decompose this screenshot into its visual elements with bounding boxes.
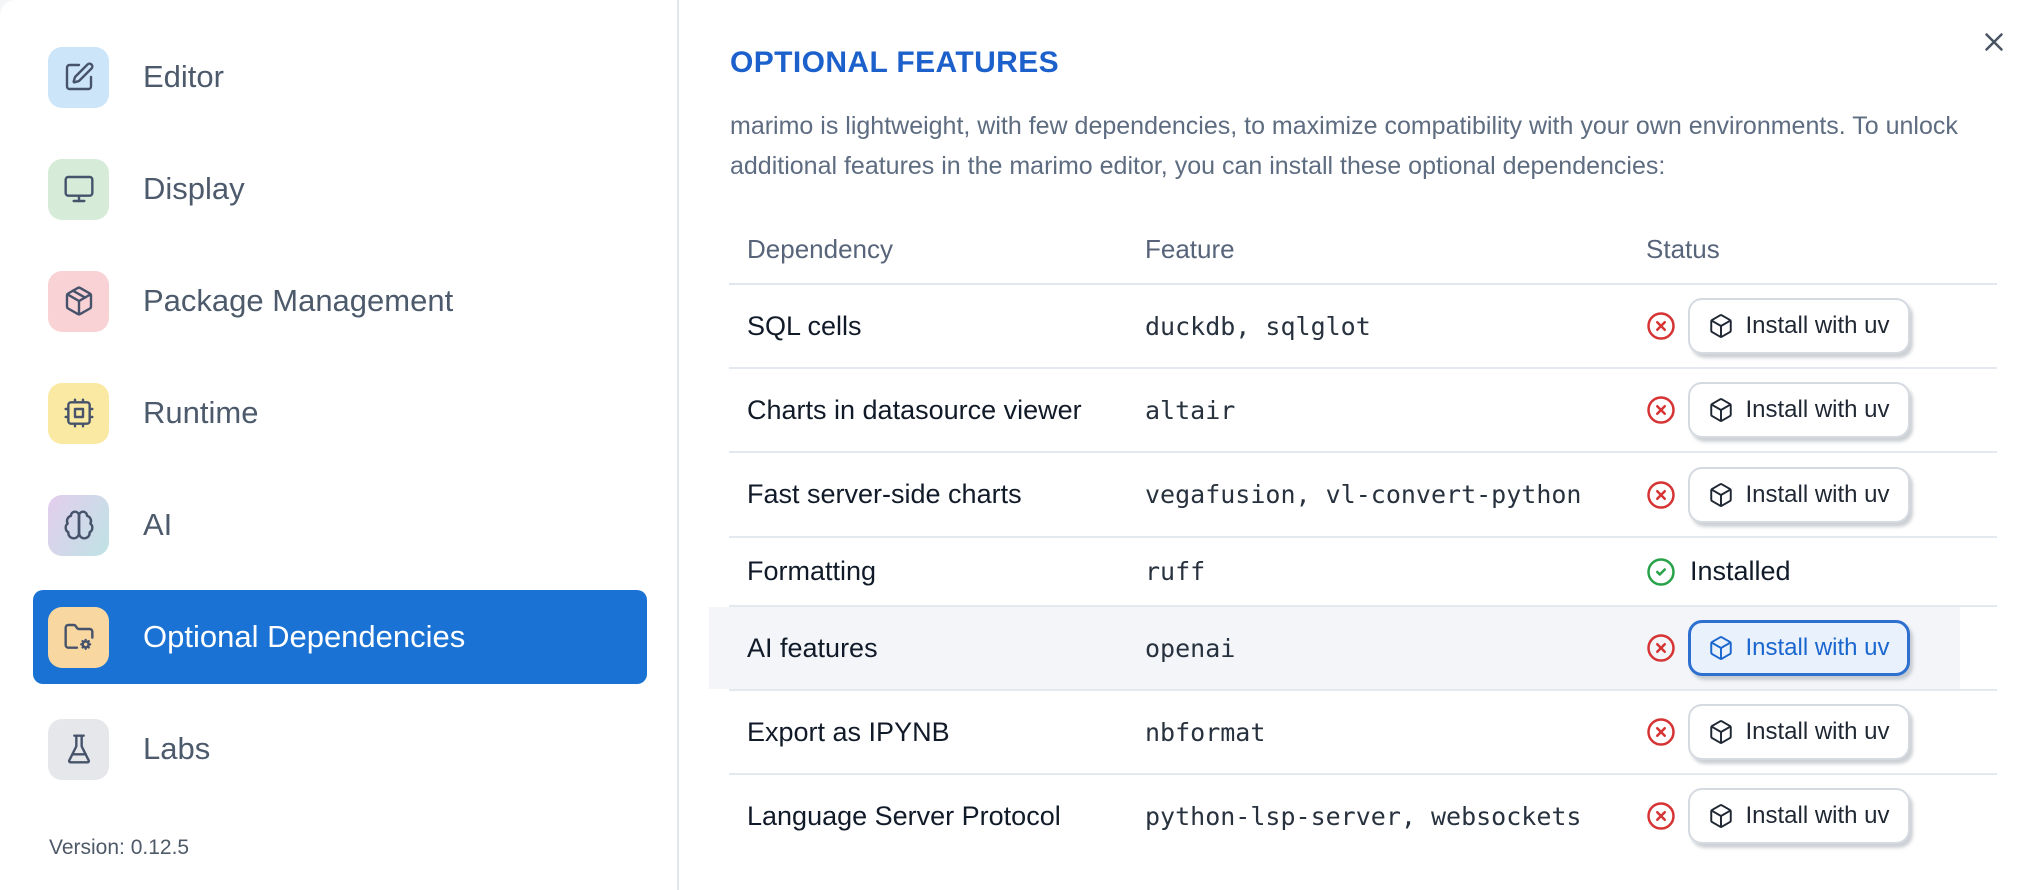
installed-status-label: Installed bbox=[1690, 556, 1791, 586]
circle-x-icon bbox=[1646, 801, 1676, 831]
install-with-uv-button[interactable]: Install with uv bbox=[1688, 788, 1910, 844]
table-row: Formatting ruff Installed bbox=[729, 538, 1997, 607]
install-with-uv-button[interactable]: Install with uv bbox=[1688, 382, 1910, 438]
close-icon bbox=[1979, 27, 2009, 57]
column-header-status: Status bbox=[1646, 233, 1720, 264]
table-header: Dependency Feature Status bbox=[729, 215, 1997, 285]
sidebar-item-label: AI bbox=[143, 507, 173, 542]
install-with-uv-button[interactable]: Install with uv bbox=[1688, 298, 1910, 354]
package-icon bbox=[1708, 313, 1734, 339]
status-cell: Install with uv bbox=[1646, 704, 1997, 760]
status-cell: Installed bbox=[1646, 556, 1997, 587]
table-row: Language Server Protocol python-lsp-serv… bbox=[729, 775, 1997, 857]
sidebar-item-labs[interactable]: Labs bbox=[33, 702, 647, 796]
status-cell: Install with uv bbox=[1646, 620, 1997, 676]
table-row: AI features openai Install with uv bbox=[709, 607, 1997, 691]
dependency-cell: AI features bbox=[747, 632, 878, 663]
sidebar-item-display[interactable]: Display bbox=[33, 142, 647, 236]
status-cell: Install with uv bbox=[1646, 382, 1997, 438]
circle-x-icon bbox=[1646, 395, 1676, 425]
package-icon bbox=[1708, 803, 1734, 829]
cpu-icon bbox=[48, 382, 109, 444]
settings-sidebar: Editor Display Package Management Runtim… bbox=[0, 0, 679, 890]
sidebar-item-ai[interactable]: AI bbox=[33, 478, 647, 572]
status-cell: Install with uv bbox=[1646, 788, 1997, 844]
monitor-icon bbox=[48, 158, 109, 220]
install-button-label: Install with uv bbox=[1745, 718, 1890, 745]
sidebar-item-label: Display bbox=[143, 171, 245, 206]
status-cell: Install with uv bbox=[1646, 466, 1997, 523]
feature-cell: altair bbox=[1145, 395, 1236, 425]
close-button[interactable] bbox=[1976, 24, 2012, 60]
status-cell: Install with uv bbox=[1646, 298, 1997, 354]
circle-x-icon bbox=[1646, 311, 1676, 341]
install-button-label: Install with uv bbox=[1745, 634, 1890, 661]
dependency-cell: Language Server Protocol bbox=[747, 800, 1061, 831]
package-icon bbox=[1708, 482, 1734, 508]
install-with-uv-button[interactable]: Install with uv bbox=[1688, 620, 1910, 676]
feature-cell: ruff bbox=[1145, 557, 1206, 586]
package-icon bbox=[48, 270, 109, 332]
feature-cell: vegafusion, vl-convert-python bbox=[1145, 480, 1582, 509]
page-title: OPTIONAL FEATURES bbox=[730, 46, 1060, 79]
edit-icon bbox=[48, 46, 109, 108]
install-with-uv-button[interactable]: Install with uv bbox=[1688, 704, 1910, 760]
column-header-feature: Feature bbox=[1145, 233, 1235, 264]
sidebar-item-runtime[interactable]: Runtime bbox=[33, 366, 647, 460]
sidebar-item-label: Labs bbox=[143, 731, 211, 766]
install-button-label: Install with uv bbox=[1745, 480, 1890, 508]
settings-dialog: Editor Display Package Management Runtim… bbox=[0, 0, 2042, 890]
flask-icon bbox=[48, 718, 109, 780]
dependency-cell: Charts in datasource viewer bbox=[747, 394, 1082, 425]
table-row: SQL cells duckdb, sqlglot Install with u… bbox=[729, 285, 1997, 369]
install-button-label: Install with uv bbox=[1745, 396, 1890, 423]
dependency-cell: SQL cells bbox=[747, 310, 862, 341]
package-icon bbox=[1708, 397, 1734, 423]
package-icon bbox=[1708, 719, 1734, 745]
dependencies-table: Dependency Feature Status SQL cells duck… bbox=[709, 215, 1997, 857]
feature-cell: nbformat bbox=[1145, 717, 1266, 747]
sidebar-item-editor[interactable]: Editor bbox=[33, 30, 647, 124]
circle-x-icon bbox=[1646, 633, 1676, 663]
table-row: Export as IPYNB nbformat Install with uv bbox=[729, 691, 1997, 775]
sidebar-item-package-management[interactable]: Package Management bbox=[33, 254, 647, 348]
feature-cell: duckdb, sqlglot bbox=[1145, 311, 1371, 341]
sidebar-item-label: Optional Dependencies bbox=[143, 619, 466, 654]
install-with-uv-button[interactable]: Install with uv bbox=[1688, 466, 1910, 523]
sidebar-item-optional-dependencies[interactable]: Optional Dependencies bbox=[33, 590, 647, 684]
dependency-cell: Fast server-side charts bbox=[747, 479, 1022, 509]
column-header-dependency: Dependency bbox=[747, 233, 893, 264]
install-button-label: Install with uv bbox=[1745, 802, 1890, 829]
sidebar-item-label: Editor bbox=[143, 59, 224, 94]
table-row: Fast server-side charts vegafusion, vl-c… bbox=[729, 453, 1997, 538]
install-button-label: Install with uv bbox=[1745, 312, 1890, 339]
folder-cog-icon bbox=[48, 606, 109, 668]
page-description: marimo is lightweight, with few dependen… bbox=[730, 112, 1958, 180]
circle-x-icon bbox=[1646, 717, 1676, 747]
circle-x-icon bbox=[1646, 480, 1676, 510]
sidebar-item-label: Package Management bbox=[143, 283, 454, 318]
dependency-cell: Export as IPYNB bbox=[747, 716, 950, 747]
optional-features-panel: OPTIONAL FEATURES marimo is lightweight,… bbox=[681, 0, 2042, 890]
brain-icon bbox=[48, 494, 109, 556]
feature-cell: openai bbox=[1145, 633, 1236, 663]
version-label: Version: 0.12.5 bbox=[49, 836, 190, 859]
sidebar-item-label: Runtime bbox=[143, 395, 259, 430]
package-icon bbox=[1708, 635, 1734, 661]
dependency-cell: Formatting bbox=[747, 556, 877, 586]
table-row: Charts in datasource viewer altair Insta… bbox=[729, 369, 1997, 453]
circle-check-icon bbox=[1646, 557, 1676, 587]
feature-cell: python-lsp-server, websockets bbox=[1145, 801, 1582, 831]
